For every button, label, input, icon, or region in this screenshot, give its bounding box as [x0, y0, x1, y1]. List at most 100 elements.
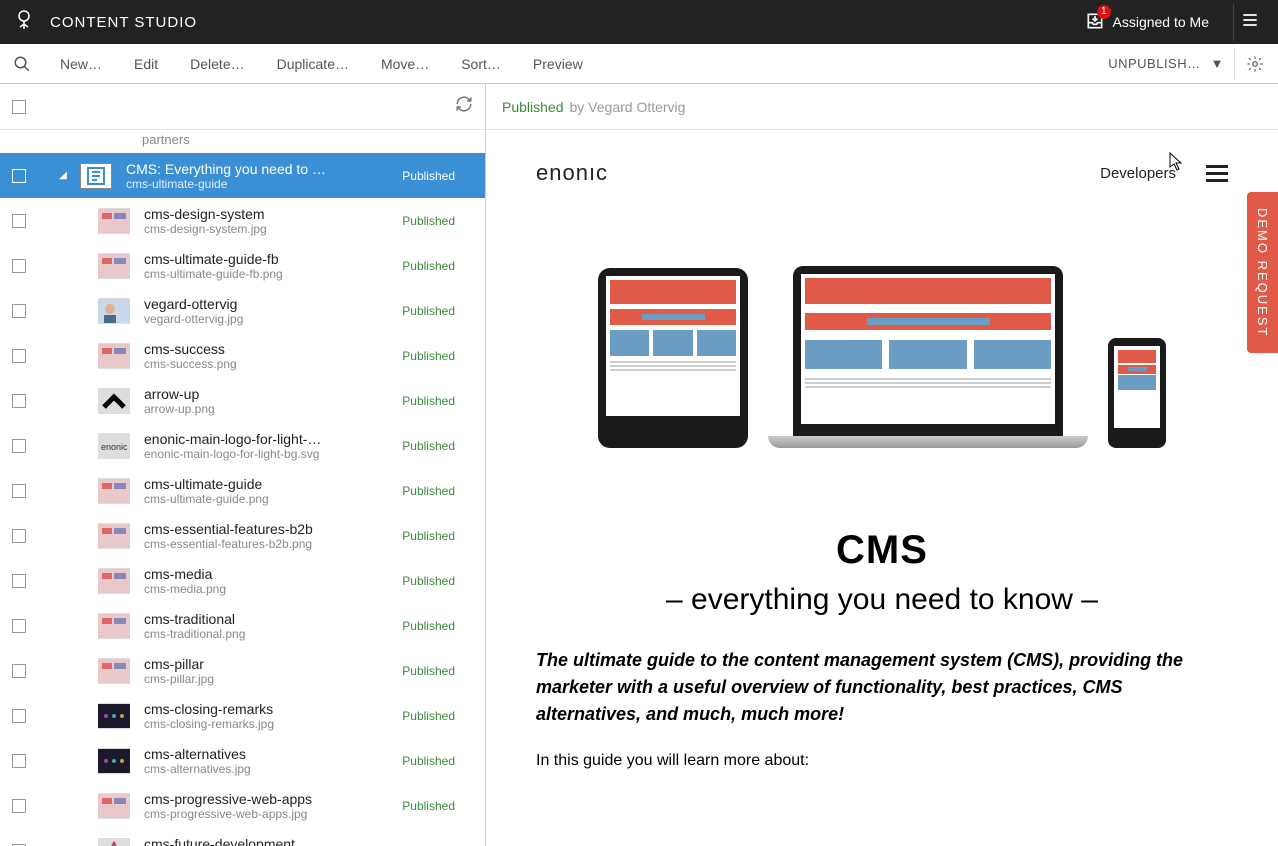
- row-checkbox[interactable]: [12, 394, 26, 408]
- row-title: cms-progressive-web-apps: [144, 791, 402, 807]
- tree-row[interactable]: cms-design-systemcms-design-system.jpgPu…: [0, 198, 485, 243]
- row-status: Published: [402, 799, 485, 813]
- row-checkbox[interactable]: [12, 169, 26, 183]
- unpublish-dropdown[interactable]: UNPUBLISH… ▼: [1098, 56, 1234, 71]
- tree-row-selected[interactable]: ◢ CMS: Everything you need to … cms-ulti…: [0, 153, 485, 198]
- row-title: cms-pillar: [144, 656, 402, 672]
- tree-row[interactable]: cms-future-developmentcms-future-develop…: [0, 828, 485, 846]
- thumbnail-icon: [98, 523, 130, 549]
- site-menu-button[interactable]: [1206, 165, 1228, 182]
- article-lead: The ultimate guide to the content manage…: [536, 647, 1228, 728]
- chevron-down-icon: ▼: [1211, 56, 1224, 71]
- duplicate-button[interactable]: Duplicate…: [261, 56, 365, 72]
- tree-row[interactable]: enonicenonic-main-logo-for-light-…enonic…: [0, 423, 485, 468]
- status-author: by Vegard Ottervig: [570, 99, 686, 115]
- row-checkbox[interactable]: [12, 304, 26, 318]
- row-status: Published: [402, 619, 485, 633]
- tree-row[interactable]: arrow-uparrow-up.pngPublished: [0, 378, 485, 423]
- article-h2: – everything you need to know –: [536, 583, 1228, 617]
- thumbnail-icon: enonic: [98, 433, 130, 459]
- tree-row[interactable]: cms-successcms-success.pngPublished: [0, 333, 485, 378]
- tree-row[interactable]: cms-ultimate-guide-fbcms-ultimate-guide-…: [0, 243, 485, 288]
- row-title: cms-essential-features-b2b: [144, 521, 402, 537]
- tree-row[interactable]: cms-mediacms-media.pngPublished: [0, 558, 485, 603]
- row-checkbox[interactable]: [12, 214, 26, 228]
- tree-row[interactable]: cms-ultimate-guidecms-ultimate-guide.png…: [0, 468, 485, 513]
- row-status: Published: [402, 214, 485, 228]
- search-button[interactable]: [0, 55, 44, 73]
- thumbnail-icon: [98, 793, 130, 819]
- row-path: cms-pillar.jpg: [144, 672, 402, 686]
- content-type-icon: [80, 163, 112, 189]
- select-all-checkbox[interactable]: [12, 100, 26, 114]
- row-checkbox[interactable]: [12, 664, 26, 678]
- nav-developers-link[interactable]: Developers: [1100, 165, 1176, 182]
- row-checkbox[interactable]: [12, 754, 26, 768]
- row-path: cms-closing-remarks.jpg: [144, 717, 402, 731]
- tree-list[interactable]: partners ◢ CMS: Everything you need to ……: [0, 130, 485, 846]
- tree-row[interactable]: cms-alternativescms-alternatives.jpgPubl…: [0, 738, 485, 783]
- sort-button[interactable]: Sort…: [445, 56, 517, 72]
- row-path: cms-essential-features-b2b.png: [144, 537, 402, 551]
- move-button[interactable]: Move…: [365, 56, 445, 72]
- tree-row-partial[interactable]: partners: [0, 130, 485, 153]
- thumbnail-icon: [98, 388, 130, 414]
- row-status: Published: [402, 484, 485, 498]
- tree-row[interactable]: vegard-ottervigvegard-ottervig.jpgPublis…: [0, 288, 485, 333]
- row-title: cms-success: [144, 341, 402, 357]
- preview-button[interactable]: Preview: [517, 56, 599, 72]
- row-path: cms-design-system.jpg: [144, 222, 402, 236]
- row-checkbox[interactable]: [12, 529, 26, 543]
- row-title: CMS: Everything you need to …: [126, 161, 402, 177]
- settings-button[interactable]: [1234, 49, 1274, 79]
- row-checkbox[interactable]: [12, 799, 26, 813]
- row-path: vegard-ottervig.jpg: [144, 312, 402, 326]
- row-checkbox[interactable]: [12, 439, 26, 453]
- article-content: CMS – everything you need to know – The …: [486, 488, 1278, 810]
- hero-illustration: [486, 206, 1278, 488]
- preview-body[interactable]: enonıc Developers CMS – everything you n…: [486, 130, 1278, 846]
- row-status: Published: [402, 754, 485, 768]
- row-checkbox[interactable]: [12, 259, 26, 273]
- tree-row[interactable]: cms-progressive-web-appscms-progressive-…: [0, 783, 485, 828]
- row-checkbox[interactable]: [12, 349, 26, 363]
- row-status: Published: [402, 709, 485, 723]
- assigned-label: Assigned to Me: [1113, 14, 1210, 30]
- row-checkbox[interactable]: [12, 484, 26, 498]
- row-checkbox[interactable]: [12, 574, 26, 588]
- topbar: CONTENT STUDIO 1 Assigned to Me: [0, 0, 1278, 44]
- edit-button[interactable]: Edit: [118, 56, 174, 72]
- tree-row[interactable]: cms-essential-features-b2bcms-essential-…: [0, 513, 485, 558]
- thumbnail-icon: [98, 208, 130, 234]
- thumbnail-icon: [98, 478, 130, 504]
- tree-row[interactable]: cms-traditionalcms-traditional.pngPublis…: [0, 603, 485, 648]
- content-tree-panel: partners ◢ CMS: Everything you need to ……: [0, 84, 486, 846]
- assigned-to-me-button[interactable]: 1 Assigned to Me: [1077, 5, 1218, 40]
- delete-button[interactable]: Delete…: [174, 56, 260, 72]
- row-status: Published: [402, 304, 485, 318]
- article-more: In this guide you will learn more about:: [536, 752, 1228, 770]
- app-logo-icon: [12, 8, 36, 37]
- thumbnail-icon: [98, 613, 130, 639]
- main-menu-button[interactable]: [1233, 4, 1266, 41]
- site-header: enonıc Developers: [486, 130, 1278, 206]
- row-path: enonic-main-logo-for-light-bg.svg: [144, 447, 402, 461]
- inbox-icon: 1: [1085, 11, 1105, 34]
- row-path: cms-ultimate-guide.png: [144, 492, 402, 506]
- tree-row[interactable]: cms-closing-remarkscms-closing-remarks.j…: [0, 693, 485, 738]
- tree-row[interactable]: cms-pillarcms-pillar.jpgPublished: [0, 648, 485, 693]
- new-button[interactable]: New…: [44, 56, 118, 72]
- row-status: Published: [402, 259, 485, 273]
- row-status: Published: [402, 529, 485, 543]
- app-title: CONTENT STUDIO: [50, 14, 197, 31]
- thumbnail-icon: [98, 568, 130, 594]
- row-title: vegard-ottervig: [144, 296, 402, 312]
- demo-request-tab[interactable]: DEMO REQUEST: [1247, 192, 1278, 353]
- row-checkbox[interactable]: [12, 709, 26, 723]
- row-status: Published: [402, 574, 485, 588]
- site-logo[interactable]: enonıc: [536, 160, 608, 186]
- svg-text:enonic: enonic: [101, 442, 128, 452]
- collapse-icon[interactable]: ◢: [56, 170, 70, 181]
- row-checkbox[interactable]: [12, 619, 26, 633]
- refresh-button[interactable]: [455, 95, 473, 118]
